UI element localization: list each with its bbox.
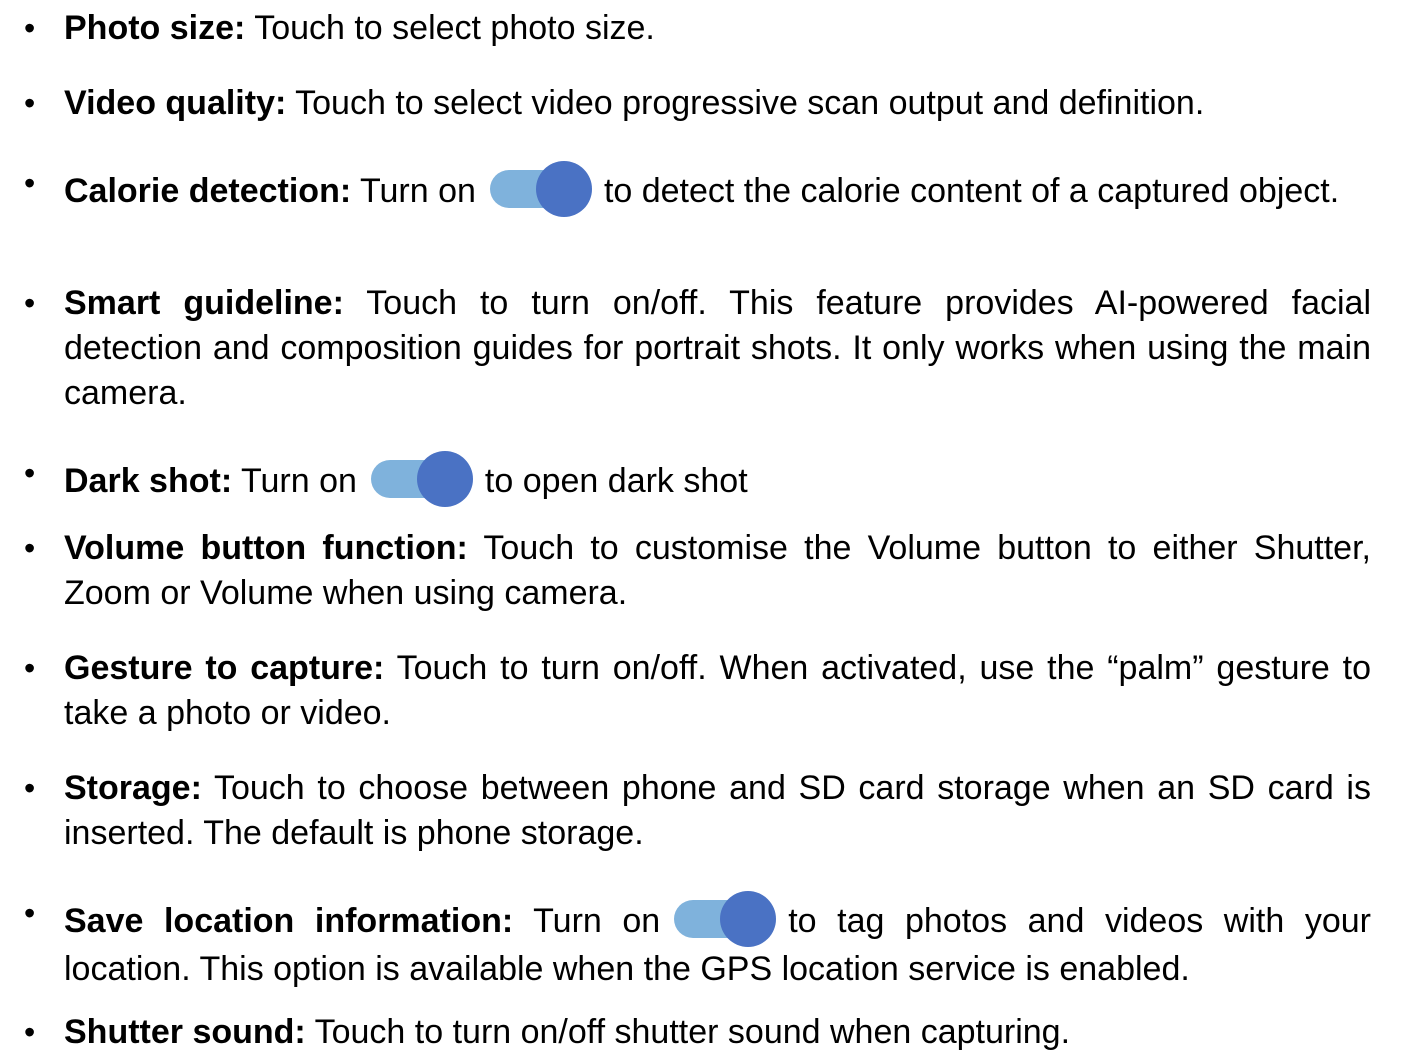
item-description-after: to detect the calorie content of a captu… [603, 172, 1340, 210]
item-text: Storage: Touch to choose between phone a… [64, 766, 1371, 856]
bullet: • [24, 530, 36, 566]
settings-description-document: • Photo size: Touch to select photo size… [0, 0, 1410, 1051]
toggle-knob [720, 891, 777, 947]
item-label: Calorie detection: [64, 172, 352, 210]
item-text: Dark shot: Turn on to open dark shot [64, 451, 1371, 507]
bullet: • [24, 1014, 36, 1050]
toggle-switch-on-icon [489, 161, 592, 217]
item-text: Photo size: Touch to select photo size. [64, 6, 1371, 51]
item-text: Smart guideline: Touch to turn on/off. T… [64, 281, 1371, 416]
item-text: Video quality: Touch to select video pro… [64, 81, 1371, 126]
item-label: Shutter sound: [64, 1013, 306, 1051]
item-description-before: Turn on [533, 902, 661, 940]
item-description-before: Turn on [240, 462, 357, 500]
item-label: Video quality: [64, 84, 287, 122]
item-description-after: to open dark shot [484, 462, 748, 500]
item-label: Storage: [64, 769, 202, 807]
item-description: Touch to choose between phone and SD car… [64, 769, 1371, 852]
item-description: Touch to select photo size. [254, 9, 655, 47]
bullet: • [24, 770, 36, 806]
item-label: Save location information: [64, 902, 514, 940]
item-text: Shutter sound: Touch to turn on/off shut… [64, 1010, 1371, 1055]
bullet: • [24, 455, 36, 491]
item-label: Photo size: [64, 9, 246, 47]
item-text: Gesture to capture: Touch to turn on/off… [64, 646, 1371, 736]
item-text: Calorie detection: Turn on to detect the … [64, 161, 1371, 217]
bullet: • [24, 895, 36, 931]
item-label: Smart guideline: [64, 284, 344, 322]
item-label: Dark shot: [64, 462, 233, 500]
toggle-switch-on-icon [674, 891, 777, 947]
toggle-knob [535, 161, 592, 217]
item-description-before: Turn on [360, 172, 476, 210]
item-text: Volume button function: Touch to customi… [64, 526, 1371, 616]
item-label: Gesture to capture: [64, 649, 385, 687]
toggle-knob [416, 451, 473, 507]
toggle-switch-on-icon [370, 451, 473, 507]
item-description: Touch to turn on/off shutter sound when … [314, 1013, 1071, 1051]
bullet: • [24, 10, 36, 46]
bullet: • [24, 165, 36, 201]
bullet: • [24, 650, 36, 686]
bullet: • [24, 85, 36, 121]
bullet: • [24, 285, 36, 321]
item-description: Touch to select video progressive scan o… [295, 84, 1205, 122]
item-label: Volume button function: [64, 529, 468, 567]
item-text: Save location information: Turn on to tag… [64, 891, 1371, 992]
